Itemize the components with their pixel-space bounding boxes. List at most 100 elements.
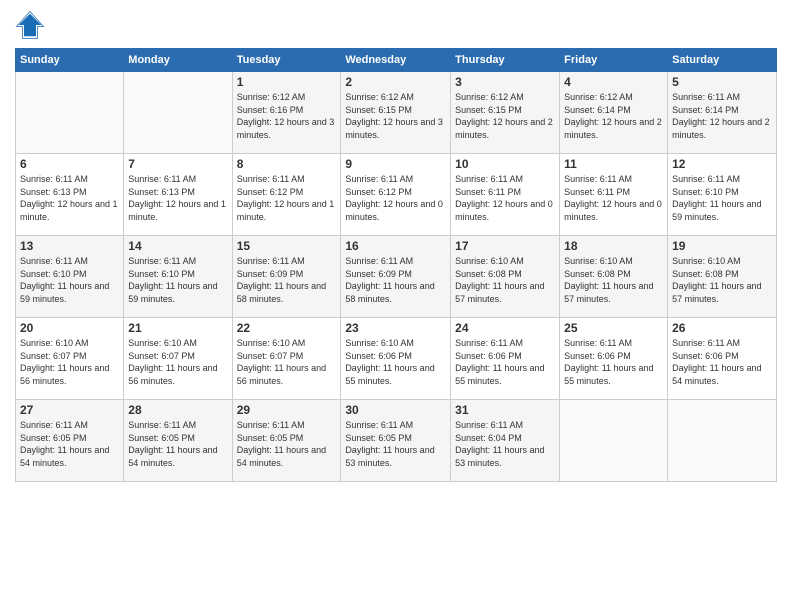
- day-info: Sunrise: 6:11 AMSunset: 6:05 PMDaylight:…: [20, 419, 119, 469]
- day-number: 27: [20, 403, 119, 417]
- day-number: 16: [345, 239, 446, 253]
- col-wednesday: Wednesday: [341, 49, 451, 72]
- day-number: 3: [455, 75, 555, 89]
- calendar-cell: 21Sunrise: 6:10 AMSunset: 6:07 PMDayligh…: [124, 318, 232, 400]
- calendar-cell: 7Sunrise: 6:11 AMSunset: 6:13 PMDaylight…: [124, 154, 232, 236]
- day-info: Sunrise: 6:11 AMSunset: 6:05 PMDaylight:…: [345, 419, 446, 469]
- day-info: Sunrise: 6:11 AMSunset: 6:05 PMDaylight:…: [237, 419, 337, 469]
- page: Sunday Monday Tuesday Wednesday Thursday…: [0, 0, 792, 612]
- col-friday: Friday: [560, 49, 668, 72]
- day-number: 28: [128, 403, 227, 417]
- calendar-cell: 26 Sunrise: 6:11 AMSunset: 6:06 PMDayligh…: [668, 318, 777, 400]
- day-info: Sunrise: 6:10 AMSunset: 6:07 PMDaylight:…: [20, 337, 119, 387]
- calendar-cell: 9 Sunrise: 6:11 AMSunset: 6:12 PMDaylight…: [341, 154, 451, 236]
- calendar-cell: 19Sunrise: 6:10 AMSunset: 6:08 PMDayligh…: [668, 236, 777, 318]
- calendar-cell: 22 Sunrise: 6:10 AMSunset: 6:07 PMDayligh…: [232, 318, 341, 400]
- calendar-cell: 3Sunrise: 6:12 AMSunset: 6:15 PMDaylight…: [451, 72, 560, 154]
- day-number: 9: [345, 157, 446, 171]
- day-number: 26: [672, 321, 772, 335]
- col-thursday: Thursday: [451, 49, 560, 72]
- day-info: Sunrise: 6:11 AMSunset: 6:10 PMDaylight:…: [20, 255, 119, 305]
- day-number: 17: [455, 239, 555, 253]
- day-info: Sunrise: 6:11 AMSunset: 6:04 PMDaylight:…: [455, 419, 555, 469]
- day-number: 6: [20, 157, 119, 171]
- calendar-week-5: 27 Sunrise: 6:11 AMSunset: 6:05 PMDayligh…: [16, 400, 777, 482]
- calendar-cell: 14 Sunrise: 6:11 AMSunset: 6:10 PMDayligh…: [124, 236, 232, 318]
- day-number: 1: [237, 75, 337, 89]
- day-number: 19: [672, 239, 772, 253]
- day-number: 10: [455, 157, 555, 171]
- day-info: Sunrise: 6:10 AMSunset: 6:06 PMDaylight:…: [345, 337, 446, 387]
- day-info: Sunrise: 6:10 AMSunset: 6:08 PMDaylight:…: [455, 255, 555, 305]
- calendar-cell: [668, 400, 777, 482]
- calendar-cell: 23 Sunrise: 6:10 AMSunset: 6:06 PMDayligh…: [341, 318, 451, 400]
- day-number: 18: [564, 239, 663, 253]
- logo: [15, 10, 49, 40]
- calendar-header-row: Sunday Monday Tuesday Wednesday Thursday…: [16, 49, 777, 72]
- calendar-cell: 15 Sunrise: 6:11 AMSunset: 6:09 PMDayligh…: [232, 236, 341, 318]
- day-info: Sunrise: 6:11 AMSunset: 6:10 PMDaylight:…: [672, 173, 772, 223]
- day-info: Sunrise: 6:12 AMSunset: 6:14 PMDaylight:…: [564, 91, 663, 141]
- day-info: Sunrise: 6:11 AMSunset: 6:12 PMDaylight:…: [345, 173, 446, 223]
- calendar-cell: 29 Sunrise: 6:11 AMSunset: 6:05 PMDayligh…: [232, 400, 341, 482]
- day-number: 13: [20, 239, 119, 253]
- calendar-cell: 16 Sunrise: 6:11 AMSunset: 6:09 PMDayligh…: [341, 236, 451, 318]
- day-number: 14: [128, 239, 227, 253]
- col-monday: Monday: [124, 49, 232, 72]
- col-sunday: Sunday: [16, 49, 124, 72]
- calendar-cell: 18Sunrise: 6:10 AMSunset: 6:08 PMDayligh…: [560, 236, 668, 318]
- calendar-cell: 8Sunrise: 6:11 AMSunset: 6:12 PMDaylight…: [232, 154, 341, 236]
- day-number: 23: [345, 321, 446, 335]
- calendar-cell: 24 Sunrise: 6:11 AMSunset: 6:06 PMDayligh…: [451, 318, 560, 400]
- day-info: Sunrise: 6:12 AMSunset: 6:15 PMDaylight:…: [345, 91, 446, 141]
- day-number: 25: [564, 321, 663, 335]
- day-number: 29: [237, 403, 337, 417]
- calendar-cell: 17 Sunrise: 6:10 AMSunset: 6:08 PMDayligh…: [451, 236, 560, 318]
- day-info: Sunrise: 6:10 AMSunset: 6:07 PMDaylight:…: [237, 337, 337, 387]
- day-info: Sunrise: 6:11 AMSunset: 6:06 PMDaylight:…: [564, 337, 663, 387]
- calendar-week-4: 20 Sunrise: 6:10 AMSunset: 6:07 PMDayligh…: [16, 318, 777, 400]
- calendar-cell: 5Sunrise: 6:11 AMSunset: 6:14 PMDaylight…: [668, 72, 777, 154]
- calendar-cell: 6 Sunrise: 6:11 AMSunset: 6:13 PMDaylight…: [16, 154, 124, 236]
- calendar-cell: 31 Sunrise: 6:11 AMSunset: 6:04 PMDayligh…: [451, 400, 560, 482]
- calendar-cell: 10 Sunrise: 6:11 AMSunset: 6:11 PMDayligh…: [451, 154, 560, 236]
- day-info: Sunrise: 6:11 AMSunset: 6:09 PMDaylight:…: [345, 255, 446, 305]
- day-number: 8: [237, 157, 337, 171]
- day-number: 12: [672, 157, 772, 171]
- day-number: 21: [128, 321, 227, 335]
- day-number: 31: [455, 403, 555, 417]
- calendar-cell: 12 Sunrise: 6:11 AMSunset: 6:10 PMDayligh…: [668, 154, 777, 236]
- calendar-cell: [124, 72, 232, 154]
- day-number: 7: [128, 157, 227, 171]
- day-info: Sunrise: 6:11 AMSunset: 6:11 PMDaylight:…: [455, 173, 555, 223]
- day-number: 30: [345, 403, 446, 417]
- day-info: Sunrise: 6:11 AMSunset: 6:06 PMDaylight:…: [455, 337, 555, 387]
- col-tuesday: Tuesday: [232, 49, 341, 72]
- day-info: Sunrise: 6:11 AMSunset: 6:09 PMDaylight:…: [237, 255, 337, 305]
- calendar-cell: [16, 72, 124, 154]
- col-saturday: Saturday: [668, 49, 777, 72]
- calendar-cell: 27 Sunrise: 6:11 AMSunset: 6:05 PMDayligh…: [16, 400, 124, 482]
- calendar-cell: 25 Sunrise: 6:11 AMSunset: 6:06 PMDayligh…: [560, 318, 668, 400]
- day-number: 20: [20, 321, 119, 335]
- calendar-cell: 13 Sunrise: 6:11 AMSunset: 6:10 PMDayligh…: [16, 236, 124, 318]
- calendar-table: Sunday Monday Tuesday Wednesday Thursday…: [15, 48, 777, 482]
- calendar-cell: 30 Sunrise: 6:11 AMSunset: 6:05 PMDayligh…: [341, 400, 451, 482]
- calendar-cell: 20 Sunrise: 6:10 AMSunset: 6:07 PMDayligh…: [16, 318, 124, 400]
- day-info: Sunrise: 6:11 AMSunset: 6:10 PMDaylight:…: [128, 255, 227, 305]
- day-number: 2: [345, 75, 446, 89]
- header: [15, 10, 777, 40]
- calendar-cell: 1 Sunrise: 6:12 AMSunset: 6:16 PMDaylight…: [232, 72, 341, 154]
- day-info: Sunrise: 6:12 AMSunset: 6:16 PMDaylight:…: [237, 91, 337, 141]
- calendar-week-3: 13 Sunrise: 6:11 AMSunset: 6:10 PMDayligh…: [16, 236, 777, 318]
- calendar-week-2: 6 Sunrise: 6:11 AMSunset: 6:13 PMDaylight…: [16, 154, 777, 236]
- day-info: Sunrise: 6:11 AMSunset: 6:06 PMDaylight:…: [672, 337, 772, 387]
- day-number: 15: [237, 239, 337, 253]
- day-number: 22: [237, 321, 337, 335]
- day-info: Sunrise: 6:11 AMSunset: 6:13 PMDaylight:…: [20, 173, 119, 223]
- calendar-week-1: 1 Sunrise: 6:12 AMSunset: 6:16 PMDaylight…: [16, 72, 777, 154]
- calendar-cell: 11Sunrise: 6:11 AMSunset: 6:11 PMDayligh…: [560, 154, 668, 236]
- calendar-cell: 2 Sunrise: 6:12 AMSunset: 6:15 PMDaylight…: [341, 72, 451, 154]
- day-number: 24: [455, 321, 555, 335]
- calendar-cell: 28Sunrise: 6:11 AMSunset: 6:05 PMDayligh…: [124, 400, 232, 482]
